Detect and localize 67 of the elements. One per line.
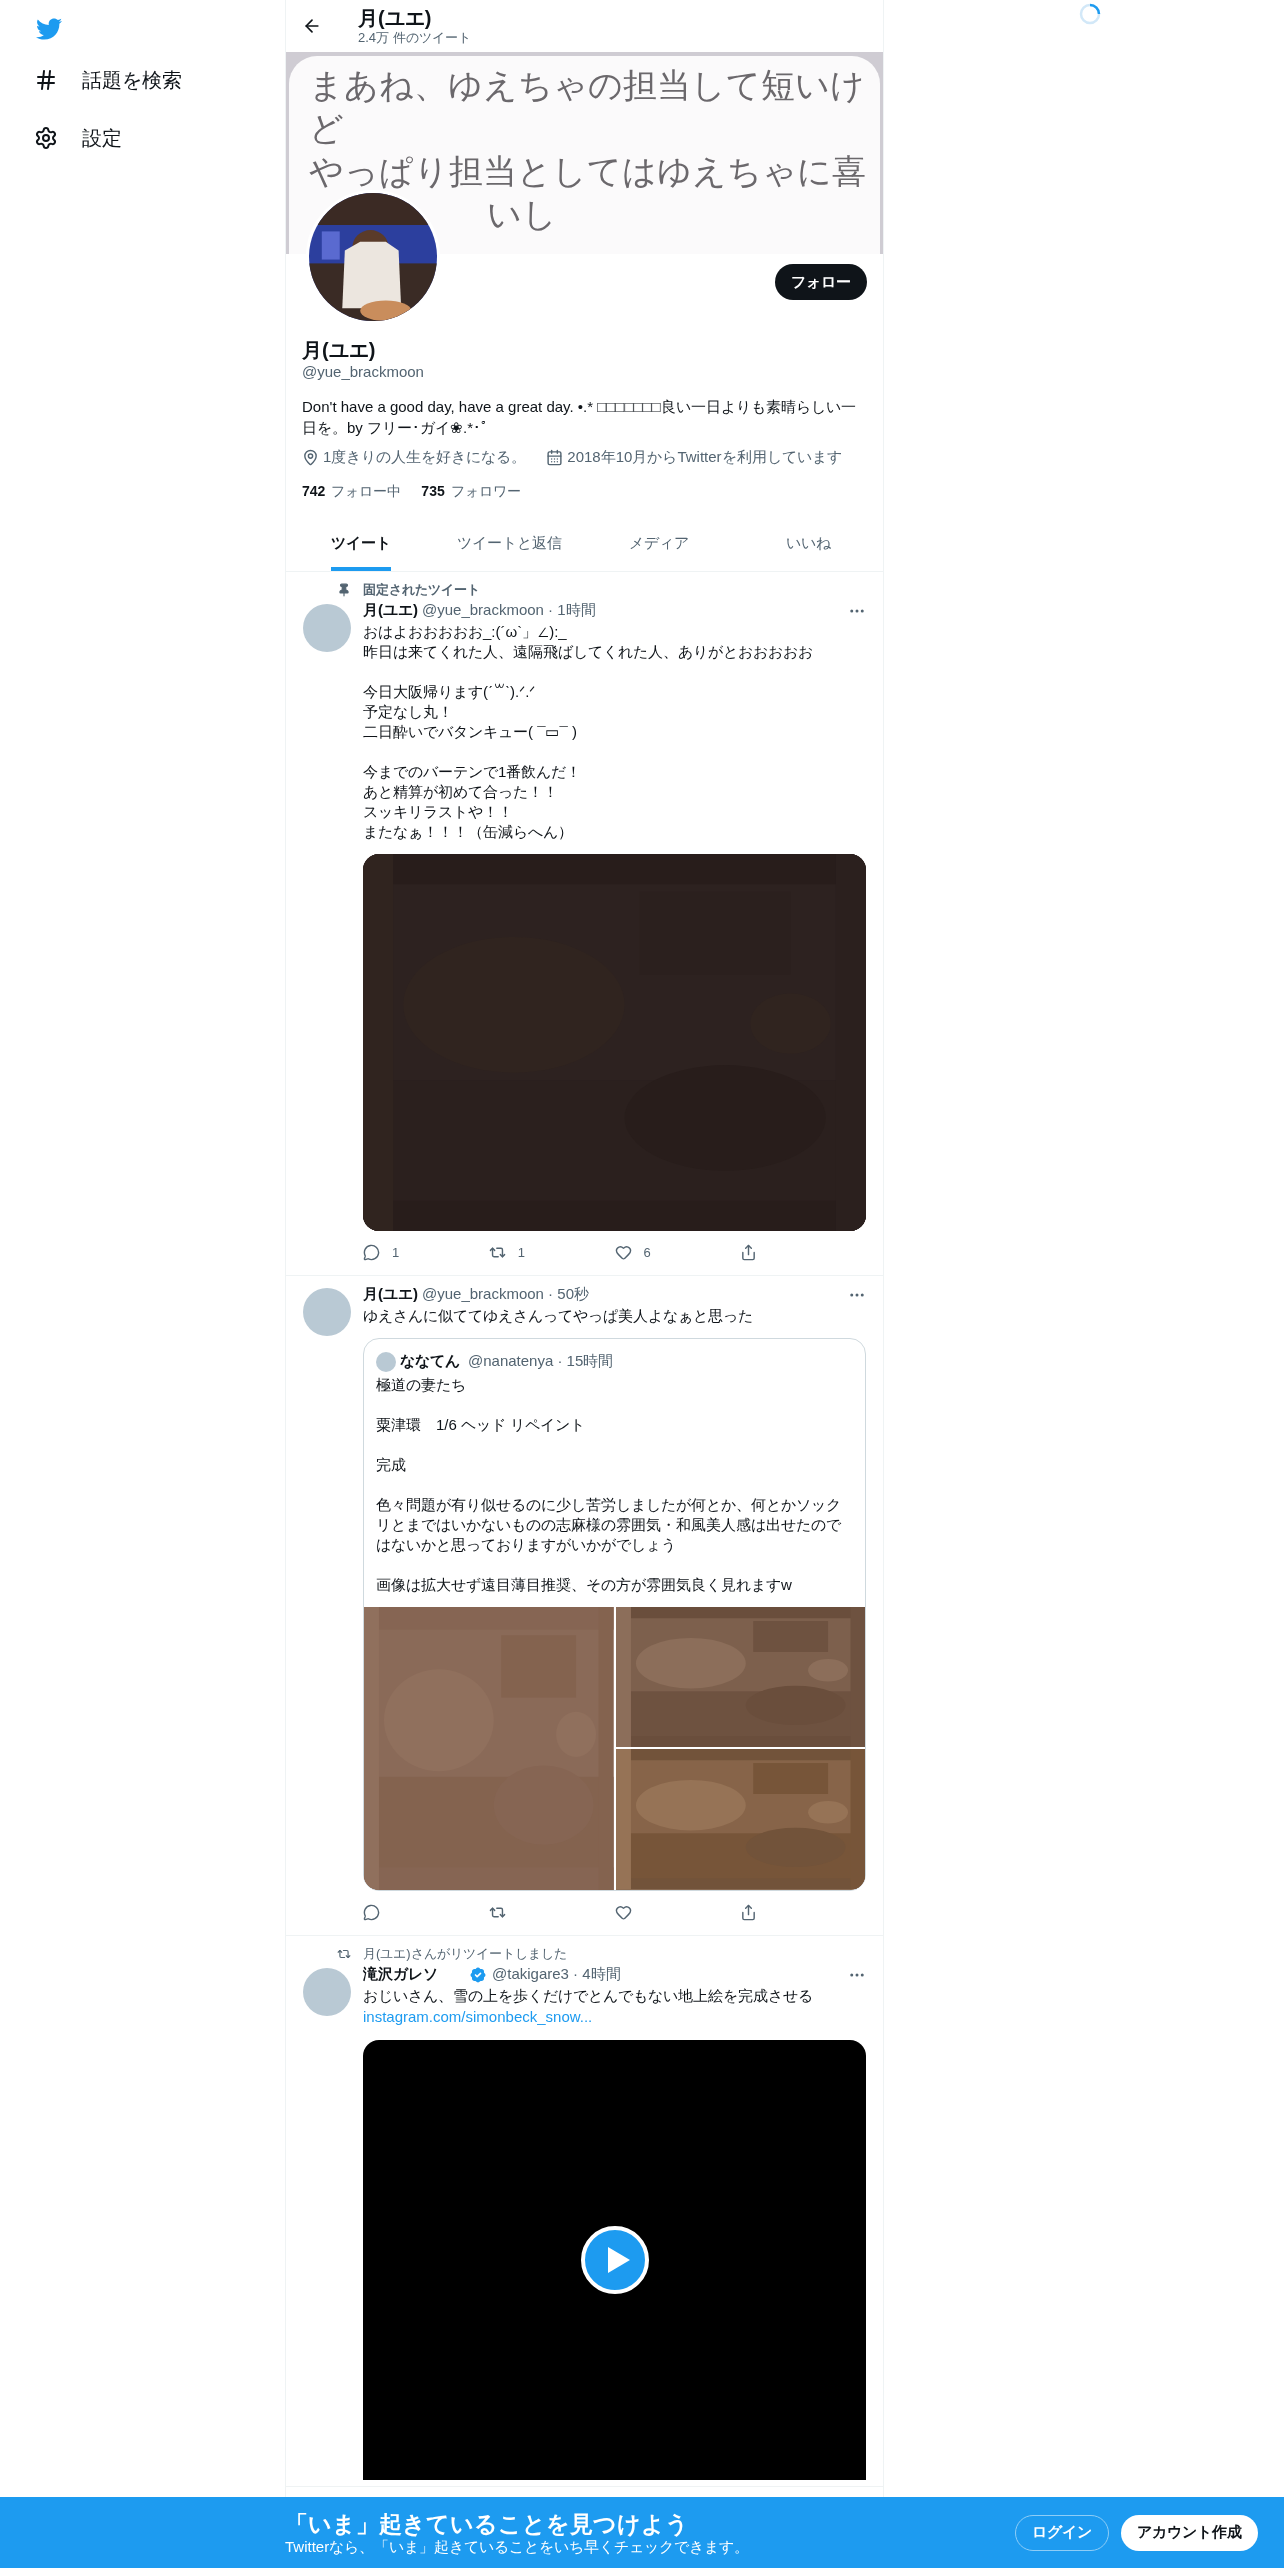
share-icon[interactable] [740, 1904, 758, 1921]
profile-tab[interactable]: ツイート [330, 519, 391, 571]
action-count: 1 [517, 1243, 525, 1262]
tweet-count: 2.4万 件のツイート [358, 30, 471, 46]
author-name[interactable]: 月(ユエ) [363, 1283, 418, 1306]
followers-link[interactable]: 735 フォロワー [421, 480, 521, 502]
location-pin-icon [302, 448, 319, 466]
tweet-text: 今日大阪帰ります(ˊ꒳ˋ).ᐟ.ᐟ [363, 681, 537, 702]
tweet-text: 昨日は来てくれた人、遠隔飛ばしてくれた人、ありがとおおおおお [363, 641, 814, 662]
tweet-text: おじいさん、雪の上を歩くだけでとんでもない地上絵を完成させる [363, 1985, 814, 2006]
following-link[interactable]: 742 フォロー中 [302, 480, 402, 502]
profile-tab[interactable]: ツイートと返信 [457, 519, 563, 571]
banner-text: ど [309, 108, 344, 149]
tweet-text: 色々問題が有り似せるのに少し苦労しましたが何とか、何とかソックリとまではいかないものの志麻様の雰囲気・和風美人感は出せたのではないかと思っておりますがいかがでしょう [376, 1494, 842, 1555]
tweet-context: 固定されたツイート [363, 580, 480, 599]
action-count: 1 [392, 1243, 400, 1262]
share-icon[interactable] [740, 1244, 758, 1261]
tweet-text: スッキリラストや！！ [363, 801, 514, 822]
reply-icon[interactable] [363, 1904, 380, 1921]
author-name[interactable]: 月(ユエ) [363, 599, 418, 622]
tweet-meta: @yue_brackmoon · 50秒 [422, 1284, 589, 1305]
sign-up-button[interactable]: アカウント作成 [1121, 2514, 1258, 2551]
settings-icon [34, 126, 58, 150]
tweet-context: 月(ユエ)さんがリツイートしました [363, 1944, 567, 1963]
tweet-text: 完成 [376, 1454, 407, 1475]
banner-text: やっぱり担当としてはゆえちゃに喜 [309, 151, 866, 192]
profile-name: 月(ユエ) [302, 338, 377, 362]
tweet-text: おはよおおおおお_:(´ω`」∠):_ [363, 621, 568, 642]
tweet-text: 二日酔いでバタンキュー( ¯▭¯ ) [363, 721, 578, 742]
banner-text: いし [487, 194, 557, 235]
banner-text: まあね、ゆえちゃの担当して短いけ [309, 65, 865, 106]
reply-icon[interactable] [363, 1244, 380, 1261]
hashtag-icon [34, 68, 58, 92]
sidebar-item[interactable]: 設定 [34, 120, 285, 156]
profile-tab[interactable]: いいね [785, 519, 831, 571]
avatar [376, 1351, 396, 1372]
tweet-meta: @takigare3 · 4時間 [492, 1964, 621, 1985]
tweet-text: 粟津環 1/6 ヘッド リペイント [376, 1414, 587, 1435]
like-icon[interactable] [614, 1244, 632, 1261]
profile-location: 1度きりの人生を好きになる。 [323, 447, 527, 467]
tweet-text: 極道の妻たち [376, 1374, 467, 1395]
tweet-text: あと精算が初めて合った！！ [363, 781, 559, 802]
tweet-meta: @yue_brackmoon · 1時間 [422, 600, 596, 621]
header-title: 月(ユエ) [358, 6, 433, 30]
tweet-text: またなぁ！！！（缶減らへん） [363, 821, 574, 842]
banner-subtitle: Twitterなら、「いま」起きていることをいち早くチェックできます。 [285, 2537, 750, 2556]
bird-logo-icon[interactable] [34, 16, 64, 42]
profile-tab[interactable]: メディア [629, 519, 690, 571]
loading-spinner-icon [1079, 3, 1101, 25]
author-name[interactable]: 滝沢ガレソ [363, 1963, 438, 1986]
tweet-text: 予定なし丸！ [363, 701, 454, 722]
tweet-text: 今までのバーテンで1番飲んだ！ [363, 761, 583, 782]
pin-icon [337, 582, 351, 597]
calendar-icon [546, 448, 564, 466]
join-date: 2018年10月からTwitterを利用しています [567, 447, 842, 467]
tweet-text: 画像は拡大せず遠目薄目推奨、その方が雰囲気良く見れますw [376, 1574, 793, 1595]
profile-handle: @yue_brackmoon [302, 362, 425, 382]
tweet-meta: @nanatenya · 15時間 [468, 1351, 614, 1372]
sidebar-item[interactable]: 話題を検索 [34, 62, 285, 98]
action-count: 6 [643, 1243, 651, 1262]
follow-button[interactable]: フォロー [775, 264, 867, 300]
play-icon[interactable] [580, 2225, 649, 2294]
profile-bio: Don't have a good day, have a great day. •.* □□□□□□□良い一日よりも素晴らしい一日を。by フリー･ガイ❀.*･ﾟ [302, 397, 857, 438]
author-name: ななてん [400, 1351, 460, 1372]
tweet-text: ゆえさんに似ててゆえさんってやっぱ美人よなぁと思った [363, 1305, 754, 1326]
banner-title: 「いま」起きていることを見つけよう [285, 2509, 690, 2538]
like-icon[interactable] [614, 1904, 632, 1921]
